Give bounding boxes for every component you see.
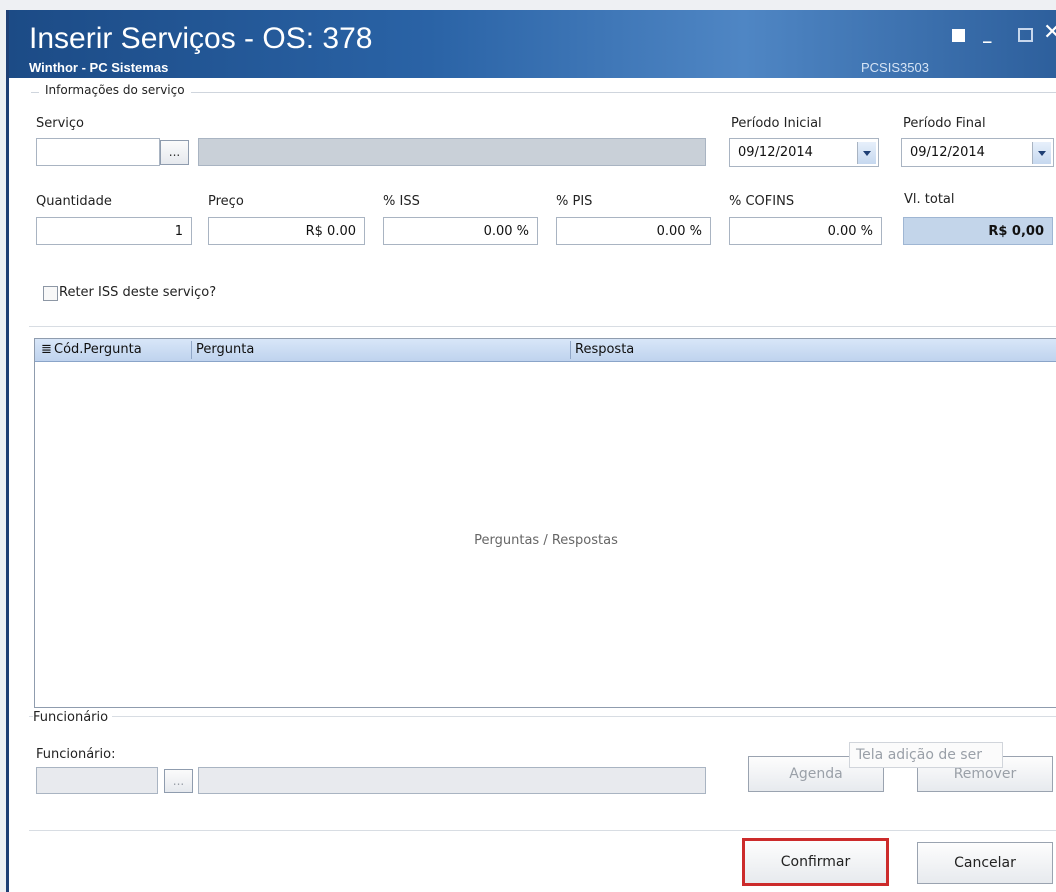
grid-settings-icon[interactable]: ≣ (41, 342, 52, 357)
group-label-info: Informações do serviço (39, 83, 191, 97)
periodo-inicial-value: 09/12/2014 (738, 145, 813, 160)
pis-input[interactable]: 0.00 % (556, 217, 711, 245)
cancelar-button[interactable]: Cancelar (917, 842, 1053, 884)
chevron-down-icon[interactable] (1032, 142, 1051, 164)
iss-input[interactable]: 0.00 % (383, 217, 538, 245)
dialog-window: Inserir Serviços - OS: 378 Winthor - PC … (6, 10, 1056, 892)
section-divider (29, 326, 1056, 327)
quantidade-label: Quantidade (36, 194, 112, 209)
cofins-input[interactable]: 0.00 % (729, 217, 882, 245)
perguntas-grid[interactable]: ≣ Cód.Pergunta Pergunta Resposta Pergunt… (34, 338, 1056, 708)
program-code: PCSIS3503 (861, 60, 929, 75)
funcionario-group-label: Funcionário (33, 710, 113, 725)
column-separator (570, 341, 571, 359)
periodo-final-label: Período Final (903, 116, 986, 131)
iss-label: % ISS (383, 194, 420, 209)
funcionario-code-input[interactable] (36, 767, 158, 794)
tooltip: Tela adição de ser (849, 742, 1003, 768)
periodo-final-combo[interactable]: 09/12/2014 (901, 138, 1054, 167)
minimize-icon[interactable]: _ (983, 24, 992, 44)
grid-empty-text: Perguntas / Respostas (474, 533, 618, 548)
funcionario-browse-button[interactable]: ... (164, 769, 193, 793)
window-title: Inserir Serviços - OS: 378 (29, 22, 373, 55)
column-pergunta[interactable]: Pergunta (196, 342, 254, 357)
servico-browse-button[interactable]: ... (160, 140, 189, 165)
periodo-inicial-combo[interactable]: 09/12/2014 (729, 138, 879, 167)
column-separator (191, 341, 192, 359)
periodo-inicial-label: Período Inicial (731, 116, 822, 131)
cofins-label: % COFINS (729, 194, 795, 209)
chevron-down-icon[interactable] (857, 142, 876, 164)
vl-total-value: R$ 0,00 (903, 217, 1053, 245)
column-cod-pergunta[interactable]: Cód.Pergunta (54, 342, 142, 357)
preco-label: Preço (208, 194, 244, 209)
periodo-final-value: 09/12/2014 (910, 145, 985, 160)
restore-icon[interactable] (952, 29, 965, 42)
preco-input[interactable]: R$ 0.00 (208, 217, 365, 245)
maximize-icon[interactable] (1018, 28, 1033, 42)
pis-label: % PIS (556, 194, 593, 209)
servico-description-field (198, 138, 706, 166)
confirmar-button[interactable]: Confirmar (742, 838, 889, 886)
reter-iss-label: Reter ISS deste serviço? (59, 285, 217, 300)
vl-total-label: Vl. total (904, 192, 955, 207)
window-subtitle: Winthor - PC Sistemas (29, 60, 169, 75)
reter-iss-checkbox[interactable] (43, 286, 58, 301)
funcionario-name-field (198, 767, 706, 794)
funcionario-divider (29, 716, 1056, 717)
quantidade-input[interactable]: 1 (36, 217, 192, 245)
servico-label: Serviço (36, 116, 85, 131)
footer-divider (29, 830, 1056, 831)
funcionario-label: Funcionário: (36, 747, 116, 762)
title-bar: Inserir Serviços - OS: 378 Winthor - PC … (9, 10, 1056, 78)
close-icon[interactable]: ✕ (1043, 20, 1056, 45)
grid-header: ≣ Cód.Pergunta Pergunta Resposta (35, 339, 1056, 362)
servico-code-input[interactable] (36, 138, 160, 166)
column-resposta[interactable]: Resposta (575, 342, 634, 357)
